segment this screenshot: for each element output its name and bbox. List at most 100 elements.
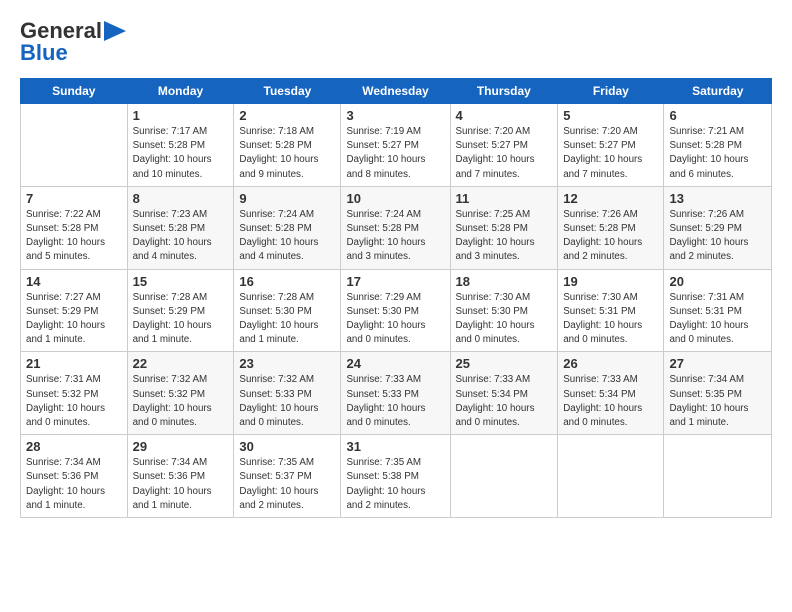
calendar-week-row: 21 Sunrise: 7:31 AM Sunset: 5:32 PM Dayli…: [21, 352, 772, 435]
table-row: 14 Sunrise: 7:27 AM Sunset: 5:29 PM Dayli…: [21, 269, 128, 352]
day-number: 9: [239, 191, 335, 206]
day-info: Sunrise: 7:33 AM Sunset: 5:34 PM Dayligh…: [563, 373, 658, 430]
day-number: 8: [133, 191, 229, 206]
day-info: Sunrise: 7:26 AM Sunset: 5:29 PM Dayligh…: [669, 208, 766, 265]
table-row: 30 Sunrise: 7:35 AM Sunset: 5:37 PM Dayli…: [234, 435, 341, 518]
day-info: Sunrise: 7:35 AM Sunset: 5:37 PM Dayligh…: [239, 456, 335, 513]
col-monday: Monday: [127, 79, 234, 104]
table-row: 12 Sunrise: 7:26 AM Sunset: 5:28 PM Dayli…: [558, 186, 664, 269]
day-number: 21: [26, 356, 122, 371]
table-row: 3 Sunrise: 7:19 AM Sunset: 5:27 PM Daylig…: [341, 104, 450, 187]
day-number: 30: [239, 439, 335, 454]
table-row: 4Sunrise: 7:20 AM Sunset: 5:27 PM Daylig…: [450, 104, 558, 187]
table-row: 24 Sunrise: 7:33 AM Sunset: 5:33 PM Dayli…: [341, 352, 450, 435]
day-number: 24: [346, 356, 444, 371]
day-number: 13: [669, 191, 766, 206]
day-number: 27: [669, 356, 766, 371]
day-number: 29: [133, 439, 229, 454]
col-wednesday: Wednesday: [341, 79, 450, 104]
day-info: Sunrise: 7:19 AM Sunset: 5:27 PM Dayligh…: [346, 125, 444, 182]
table-row: 15 Sunrise: 7:28 AM Sunset: 5:29 PM Dayli…: [127, 269, 234, 352]
day-info: Sunrise: 7:35 AM Sunset: 5:38 PM Dayligh…: [346, 456, 444, 513]
day-info: Sunrise: 7:30 AM Sunset: 5:30 PM Dayligh…: [456, 291, 553, 348]
day-number: 10: [346, 191, 444, 206]
col-thursday: Thursday: [450, 79, 558, 104]
day-number: 16: [239, 274, 335, 289]
table-row: 9Sunrise: 7:24 AM Sunset: 5:28 PM Daylig…: [234, 186, 341, 269]
day-number: 14: [26, 274, 122, 289]
day-number: 6: [669, 108, 766, 123]
table-row: 25Sunrise: 7:33 AM Sunset: 5:34 PM Dayli…: [450, 352, 558, 435]
day-info: Sunrise: 7:25 AM Sunset: 5:28 PM Dayligh…: [456, 208, 553, 265]
day-info: Sunrise: 7:27 AM Sunset: 5:29 PM Dayligh…: [26, 291, 122, 348]
table-row: 18 Sunrise: 7:30 AM Sunset: 5:30 PM Dayli…: [450, 269, 558, 352]
table-row: 1 Sunrise: 7:17 AM Sunset: 5:28 PM Daylig…: [127, 104, 234, 187]
day-info: Sunrise: 7:28 AM Sunset: 5:30 PM Dayligh…: [239, 291, 335, 348]
day-info: Sunrise: 7:20 AM Sunset: 5:27 PM Dayligh…: [563, 125, 658, 182]
table-row: 23 Sunrise: 7:32 AM Sunset: 5:33 PM Dayli…: [234, 352, 341, 435]
table-row: 28Sunrise: 7:34 AM Sunset: 5:36 PM Dayli…: [21, 435, 128, 518]
calendar-header-row: Sunday Monday Tuesday Wednesday Thursday…: [21, 79, 772, 104]
table-row: [664, 435, 772, 518]
calendar-week-row: 1 Sunrise: 7:17 AM Sunset: 5:28 PM Daylig…: [21, 104, 772, 187]
table-row: 5 Sunrise: 7:20 AM Sunset: 5:27 PM Daylig…: [558, 104, 664, 187]
table-row: 31 Sunrise: 7:35 AM Sunset: 5:38 PM Dayli…: [341, 435, 450, 518]
day-number: 22: [133, 356, 229, 371]
table-row: 10 Sunrise: 7:24 AM Sunset: 5:28 PM Dayli…: [341, 186, 450, 269]
col-friday: Friday: [558, 79, 664, 104]
logo: General Blue: [20, 18, 126, 66]
day-info: Sunrise: 7:32 AM Sunset: 5:32 PM Dayligh…: [133, 373, 229, 430]
day-number: 12: [563, 191, 658, 206]
calendar-table: Sunday Monday Tuesday Wednesday Thursday…: [20, 78, 772, 518]
table-row: 7Sunrise: 7:22 AM Sunset: 5:28 PM Daylig…: [21, 186, 128, 269]
day-number: 3: [346, 108, 444, 123]
col-saturday: Saturday: [664, 79, 772, 104]
day-info: Sunrise: 7:30 AM Sunset: 5:31 PM Dayligh…: [563, 291, 658, 348]
day-number: 31: [346, 439, 444, 454]
day-number: 17: [346, 274, 444, 289]
day-number: 2: [239, 108, 335, 123]
day-info: Sunrise: 7:17 AM Sunset: 5:28 PM Dayligh…: [133, 125, 229, 182]
day-info: Sunrise: 7:34 AM Sunset: 5:36 PM Dayligh…: [26, 456, 122, 513]
day-info: Sunrise: 7:28 AM Sunset: 5:29 PM Dayligh…: [133, 291, 229, 348]
day-info: Sunrise: 7:33 AM Sunset: 5:34 PM Dayligh…: [456, 373, 553, 430]
col-sunday: Sunday: [21, 79, 128, 104]
day-number: 15: [133, 274, 229, 289]
day-info: Sunrise: 7:23 AM Sunset: 5:28 PM Dayligh…: [133, 208, 229, 265]
table-row: 13 Sunrise: 7:26 AM Sunset: 5:29 PM Dayli…: [664, 186, 772, 269]
table-row: 2 Sunrise: 7:18 AM Sunset: 5:28 PM Daylig…: [234, 104, 341, 187]
day-number: 20: [669, 274, 766, 289]
day-number: 7: [26, 191, 122, 206]
table-row: 19 Sunrise: 7:30 AM Sunset: 5:31 PM Dayli…: [558, 269, 664, 352]
day-number: 18: [456, 274, 553, 289]
day-number: 23: [239, 356, 335, 371]
day-info: Sunrise: 7:21 AM Sunset: 5:28 PM Dayligh…: [669, 125, 766, 182]
day-info: Sunrise: 7:33 AM Sunset: 5:33 PM Dayligh…: [346, 373, 444, 430]
table-row: 6 Sunrise: 7:21 AM Sunset: 5:28 PM Daylig…: [664, 104, 772, 187]
col-tuesday: Tuesday: [234, 79, 341, 104]
table-row: [558, 435, 664, 518]
day-info: Sunrise: 7:34 AM Sunset: 5:35 PM Dayligh…: [669, 373, 766, 430]
table-row: 21 Sunrise: 7:31 AM Sunset: 5:32 PM Dayli…: [21, 352, 128, 435]
day-number: 5: [563, 108, 658, 123]
table-row: 8 Sunrise: 7:23 AM Sunset: 5:28 PM Daylig…: [127, 186, 234, 269]
logo-blue: Blue: [20, 40, 68, 66]
calendar-week-row: 28Sunrise: 7:34 AM Sunset: 5:36 PM Dayli…: [21, 435, 772, 518]
day-number: 19: [563, 274, 658, 289]
day-info: Sunrise: 7:18 AM Sunset: 5:28 PM Dayligh…: [239, 125, 335, 182]
table-row: 11Sunrise: 7:25 AM Sunset: 5:28 PM Dayli…: [450, 186, 558, 269]
day-number: 1: [133, 108, 229, 123]
table-row: 27 Sunrise: 7:34 AM Sunset: 5:35 PM Dayli…: [664, 352, 772, 435]
table-row: [450, 435, 558, 518]
day-info: Sunrise: 7:26 AM Sunset: 5:28 PM Dayligh…: [563, 208, 658, 265]
day-info: Sunrise: 7:24 AM Sunset: 5:28 PM Dayligh…: [346, 208, 444, 265]
table-row: 22 Sunrise: 7:32 AM Sunset: 5:32 PM Dayli…: [127, 352, 234, 435]
day-info: Sunrise: 7:31 AM Sunset: 5:32 PM Dayligh…: [26, 373, 122, 430]
day-info: Sunrise: 7:32 AM Sunset: 5:33 PM Dayligh…: [239, 373, 335, 430]
calendar-week-row: 14 Sunrise: 7:27 AM Sunset: 5:29 PM Dayli…: [21, 269, 772, 352]
day-info: Sunrise: 7:34 AM Sunset: 5:36 PM Dayligh…: [133, 456, 229, 513]
day-info: Sunrise: 7:29 AM Sunset: 5:30 PM Dayligh…: [346, 291, 444, 348]
day-info: Sunrise: 7:31 AM Sunset: 5:31 PM Dayligh…: [669, 291, 766, 348]
table-row: 16 Sunrise: 7:28 AM Sunset: 5:30 PM Dayli…: [234, 269, 341, 352]
page-header: General Blue: [20, 18, 772, 66]
